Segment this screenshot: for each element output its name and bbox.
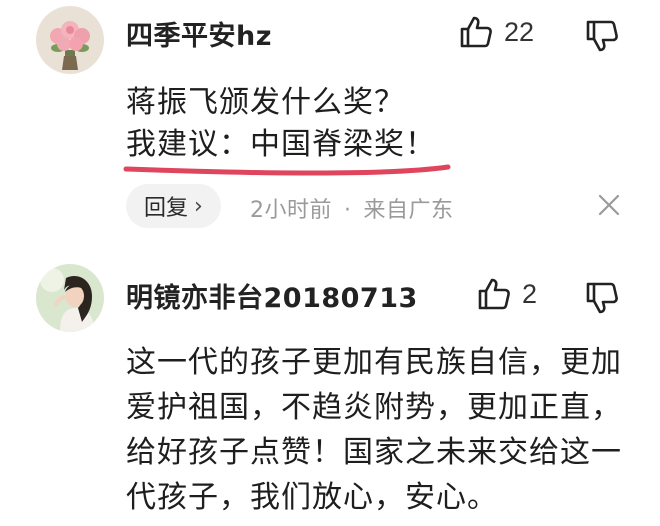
like-button[interactable]: 22: [458, 14, 534, 50]
comment-item: 四季平安hz 22 蒋振飞颁发什么奖？ 我建议：中国脊梁奖！ 回复 › 2小时前…: [0, 0, 660, 250]
avatar[interactable]: [36, 6, 104, 74]
comment-item: 明镜亦非台20180713 2 这一代的孩子更加有民族自信，更加爱护祖国，不趋炎…: [0, 252, 660, 526]
pink-roses-avatar-image: [36, 6, 104, 74]
reply-label: 回复: [144, 196, 189, 221]
meta-separator: ·: [344, 198, 352, 223]
timestamp: 2小时前: [250, 198, 332, 223]
thumbs-down-icon[interactable]: [584, 280, 620, 316]
comment-text: 这一代的孩子更加有民族自信，更加爱护祖国，不趋炎附势，更加正直，给好孩子点赞！国…: [126, 345, 622, 515]
username[interactable]: 明镜亦非台20180713: [126, 276, 418, 315]
comment-line: 蒋振飞颁发什么奖？: [126, 85, 405, 120]
like-button[interactable]: 2: [476, 276, 537, 312]
comment-list: 四季平安hz 22 蒋振飞颁发什么奖？ 我建议：中国脊梁奖！ 回复 › 2小时前…: [0, 0, 660, 526]
avatar[interactable]: [36, 264, 104, 332]
username[interactable]: 四季平安hz: [126, 14, 272, 53]
comment-text: 蒋振飞颁发什么奖？ 我建议：中国脊梁奖！: [126, 82, 436, 166]
thumbs-down-icon[interactable]: [584, 18, 620, 54]
chevron-right-icon: ›: [194, 193, 203, 219]
thumbs-up-icon[interactable]: [458, 14, 494, 50]
comment-meta: 2小时前 · 来自广东: [250, 192, 454, 224]
reply-button[interactable]: 回复 ›: [126, 184, 221, 228]
like-count: 22: [504, 16, 535, 47]
thumbs-up-icon[interactable]: [476, 276, 512, 312]
girl-portrait-avatar-image: [36, 264, 104, 332]
red-highlight-underline: [123, 164, 451, 176]
like-count: 2: [522, 278, 538, 309]
location: 来自广东: [363, 198, 454, 223]
close-icon[interactable]: [597, 193, 621, 217]
